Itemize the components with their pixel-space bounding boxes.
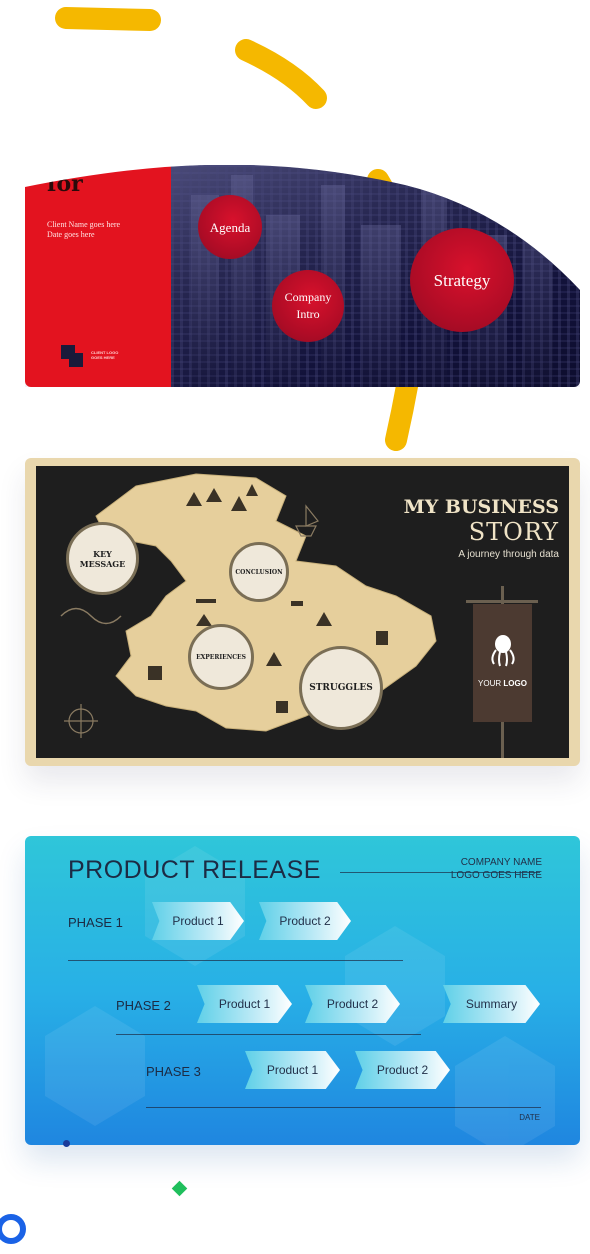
phase-1-divider bbox=[68, 960, 403, 961]
bubble-strategy[interactable]: Strategy bbox=[410, 228, 514, 332]
circle-key-message[interactable]: KEY MESSAGE bbox=[66, 522, 139, 595]
phase-3-product-1[interactable]: Product 1 bbox=[245, 1051, 340, 1089]
template-card-business-story[interactable]: MY BUSINESS STORY A journey through data… bbox=[25, 458, 580, 766]
compass-icon bbox=[64, 704, 98, 738]
dark-map-background: MY BUSINESS STORY A journey through data… bbox=[36, 466, 569, 758]
bubble-agenda[interactable]: Agenda bbox=[198, 195, 262, 259]
client-logo-text: CLIENT LOGO GOES HERE bbox=[91, 350, 119, 360]
phase-3-divider bbox=[146, 1107, 541, 1108]
product-release-title: PRODUCT RELEASE bbox=[68, 856, 321, 884]
blue-dot-decoration bbox=[63, 1140, 70, 1147]
template-card-product-release[interactable]: PRODUCT RELEASE COMPANY NAME LOGO GOES H… bbox=[25, 836, 580, 1145]
phase-2-label: PHASE 2 bbox=[116, 998, 171, 1013]
circle-struggles[interactable]: STRUGGLES bbox=[299, 646, 383, 730]
client-logo-icon bbox=[61, 345, 87, 367]
phase-2-product-1[interactable]: Product 1 bbox=[197, 985, 292, 1023]
phase-2-summary[interactable]: Summary bbox=[443, 985, 540, 1023]
arc-dash-1 bbox=[55, 7, 161, 31]
banner-crossbar bbox=[466, 600, 538, 603]
phase-2-product-2[interactable]: Product 2 bbox=[305, 985, 400, 1023]
phase-3-product-2[interactable]: Product 2 bbox=[355, 1051, 450, 1089]
phase-1-product-1[interactable]: Product 1 bbox=[152, 902, 244, 940]
phase-2-divider bbox=[116, 1034, 421, 1035]
client-name: Client Name goes here bbox=[47, 220, 121, 229]
green-diamond-decoration bbox=[171, 1180, 188, 1197]
phase-1-label: PHASE 1 bbox=[68, 915, 123, 930]
sea-serpent-icon bbox=[60, 607, 122, 625]
company-name-block: COMPANY NAME LOGO GOES HERE bbox=[450, 857, 542, 881]
your-logo-text: YOUR LOGO bbox=[478, 679, 527, 688]
ship-icon bbox=[295, 504, 319, 537]
date-label: DATE bbox=[519, 1113, 540, 1122]
story-title-line1: MY BUSINESS bbox=[403, 496, 559, 518]
bubble-company-intro[interactable]: Company Intro bbox=[272, 270, 344, 342]
octopus-icon bbox=[491, 635, 515, 667]
phase-1-product-2[interactable]: Product 2 bbox=[259, 902, 351, 940]
story-subtitle: A journey through data bbox=[458, 549, 559, 560]
circle-conclusion[interactable]: CONCLUSION bbox=[229, 542, 289, 602]
circle-experiences[interactable]: EXPERIENCES bbox=[188, 624, 254, 690]
client-info: Client Name goes here Date goes here bbox=[47, 220, 120, 240]
date-text: Date goes here bbox=[47, 230, 95, 239]
phase-3-label: PHASE 3 bbox=[146, 1064, 201, 1079]
blue-ring-decoration bbox=[0, 1214, 26, 1244]
arc-dash-2 bbox=[235, 39, 327, 109]
story-title-line2: STORY bbox=[468, 518, 559, 546]
